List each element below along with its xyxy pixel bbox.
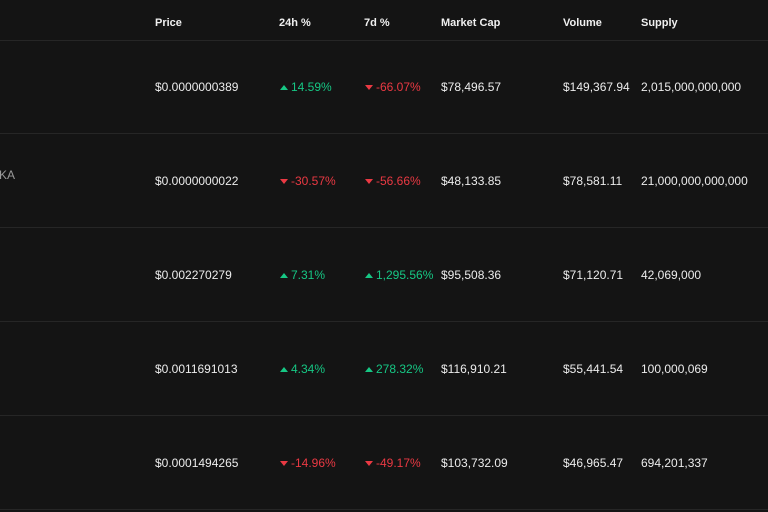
change-7d-cell-value: -66.07%	[376, 80, 421, 94]
triangle-down-icon	[280, 461, 288, 466]
triangle-up-icon	[280, 85, 288, 90]
change-24h-cell-value: 7.31%	[291, 268, 326, 282]
supply-cell: 100,000,069	[641, 362, 708, 376]
price-cell: $0.002270279	[155, 268, 232, 282]
change-24h-cell: 4.34%	[280, 362, 325, 376]
change-7d-cell: 278.32%	[365, 362, 423, 376]
market-cap-cell: $95,508.36	[441, 268, 502, 282]
volume-cell: $55,441.54	[563, 362, 624, 376]
triangle-up-icon	[365, 273, 373, 278]
column-header-7d-change[interactable]: 7d %	[364, 17, 390, 29]
crypto-table: Price 24h % 7d % Market Cap Volume Suppl…	[0, 0, 768, 512]
volume-cell: $71,120.71	[563, 268, 624, 282]
table-row[interactable]: $0.0011691013 4.34% 278.32% $116,910.21 $55,…	[0, 322, 768, 416]
change-7d-cell: -66.07%	[365, 80, 421, 94]
market-cap-cell: $78,496.57	[441, 80, 502, 94]
column-header-supply[interactable]: Supply	[641, 17, 678, 29]
change-24h-cell-value: -30.57%	[291, 174, 336, 188]
change-7d-cell: -49.17%	[365, 456, 421, 470]
triangle-up-icon	[280, 367, 288, 372]
triangle-down-icon	[365, 461, 373, 466]
change-7d-cell: 1,295.56%	[365, 268, 433, 282]
price-cell: $0.0001494265	[155, 456, 239, 470]
change-7d-cell-value: -49.17%	[376, 456, 421, 470]
column-header-market-cap[interactable]: Market Cap	[441, 17, 500, 29]
table-row[interactable]: $0.002270279 7.31% 1,295.56% $95,508.36 $71,…	[0, 228, 768, 322]
supply-cell: 694,201,337	[641, 456, 708, 470]
column-header-24h-change[interactable]: 24h %	[279, 17, 311, 29]
volume-cell: $149,367.94	[563, 80, 630, 94]
supply-cell: 2,015,000,000,000	[641, 80, 742, 94]
supply-cell: 42,069,000	[641, 268, 702, 282]
triangle-up-icon	[280, 273, 288, 278]
volume-cell: $78,581.11	[563, 174, 623, 188]
change-7d-cell-value: -56.66%	[376, 174, 421, 188]
change-24h-cell: 14.59%	[280, 80, 332, 94]
market-cap-cell: $48,133.85	[441, 174, 502, 188]
triangle-down-icon	[365, 179, 373, 184]
triangle-down-icon	[280, 179, 288, 184]
triangle-down-icon	[365, 85, 373, 90]
change-24h-cell-value: -14.96%	[291, 456, 336, 470]
change-24h-cell: -30.57%	[280, 174, 336, 188]
volume-cell: $46,965.47	[563, 456, 624, 470]
market-cap-cell: $116,910.21	[441, 362, 507, 376]
table-row[interactable]: KA $0.0000000022 -30.57% -56.66% $48,133.85 $…	[0, 134, 768, 228]
change-7d-cell-value: 1,295.56%	[376, 268, 434, 282]
column-header-volume[interactable]: Volume	[563, 17, 602, 29]
triangle-up-icon	[365, 367, 373, 372]
table-row[interactable]: $0.0000000389 14.59% -66.07% $78,496.57 $149…	[0, 40, 768, 134]
change-7d-cell: -56.66%	[365, 174, 421, 188]
price-cell: $0.0011691013	[155, 362, 238, 376]
change-24h-cell: 7.31%	[280, 268, 325, 282]
change-24h-cell-value: 4.34%	[291, 362, 326, 376]
change-24h-cell-value: 14.59%	[291, 80, 332, 94]
supply-cell: 21,000,000,000,000	[641, 174, 748, 188]
table-row[interactable]: $0.0001494265 -14.96% -49.17% $103,732.09 $4…	[0, 416, 768, 510]
change-24h-cell: -14.96%	[280, 456, 336, 470]
change-7d-cell-value: 278.32%	[376, 362, 424, 376]
coin-name-fragment[interactable]: KA	[0, 168, 15, 182]
table-header: Price 24h % 7d % Market Cap Volume Suppl…	[0, 0, 768, 41]
column-header-price[interactable]: Price	[155, 17, 182, 29]
market-cap-cell: $103,732.09	[441, 456, 508, 470]
price-cell: $0.0000000022	[155, 174, 239, 188]
price-cell: $0.0000000389	[155, 80, 239, 94]
